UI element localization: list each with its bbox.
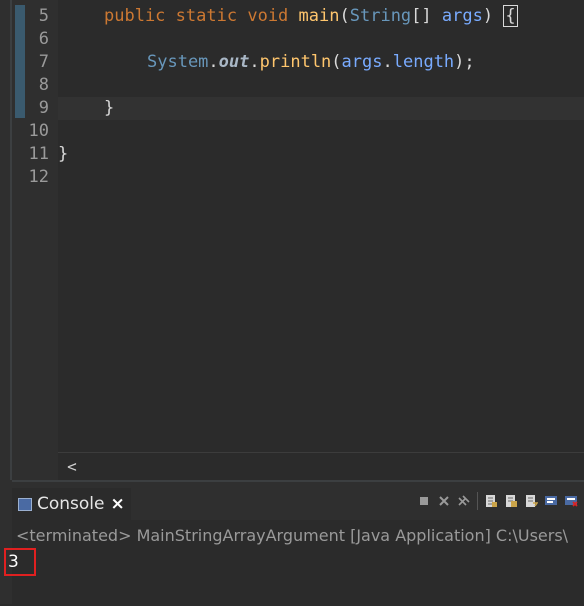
keyword: void (247, 6, 289, 26)
paren: ( (331, 52, 342, 72)
code-text-area[interactable]: public static void main(String[] args) {… (58, 0, 584, 452)
class-name: System (147, 52, 209, 72)
word-wrap-icon[interactable] (524, 494, 538, 508)
line-number: 11 (28, 144, 49, 164)
keyword: public (104, 6, 166, 26)
display-selected-console-icon[interactable] (564, 494, 578, 508)
console-icon (18, 497, 32, 511)
code-line-5: public static void main(String[] args) { (104, 5, 518, 28)
console-output-value: 3 (8, 552, 19, 572)
member-name: length (392, 52, 455, 72)
closing-brace: } (58, 144, 69, 164)
code-line-9: } (104, 97, 114, 120)
line-number: 12 (28, 167, 49, 187)
output-highlight-box: 3 (4, 548, 36, 576)
matched-brace: { (503, 5, 518, 27)
static-field: out (218, 52, 250, 72)
line-number: 7 (38, 52, 49, 72)
line-number-gutter: 5 6 7 8 9 10 11 12 (12, 0, 67, 480)
toolbar-separator (477, 492, 478, 510)
console-view: Console × <terminated> MainStringArrayAr… (4, 480, 584, 606)
statement-end: ); (454, 52, 475, 72)
pin-console-icon[interactable] (544, 494, 558, 508)
tab-console[interactable]: Console × (12, 488, 131, 520)
closing-brace: } (104, 98, 115, 118)
code-line-7: System.out.println(args.length); (147, 51, 475, 74)
remove-launch-icon[interactable] (437, 494, 451, 508)
code-editor[interactable]: 5 6 7 8 9 10 11 12 public static void ma… (12, 0, 584, 480)
line-number: 5 (38, 6, 49, 26)
terminate-icon[interactable] (417, 494, 431, 508)
current-line-highlight (58, 97, 584, 120)
line-number: 9 (38, 98, 49, 118)
console-toolbar (417, 491, 578, 511)
horizontal-scrollbar[interactable]: < (58, 452, 584, 481)
line-number: 6 (38, 29, 49, 49)
type-name: String (349, 6, 412, 26)
console-header: Console × (12, 482, 584, 520)
paren: ) (482, 6, 494, 26)
array-brackets: [] (411, 6, 432, 26)
code-line-11: } (58, 143, 68, 166)
line-number: 10 (28, 121, 49, 141)
dot: . (249, 52, 260, 72)
console-status-text: <terminated> MainStringArrayArgument [Ja… (16, 526, 569, 545)
close-tab-icon[interactable]: × (111, 494, 125, 514)
paren: ( (339, 6, 350, 26)
scroll-left-arrow-icon[interactable]: < (64, 457, 80, 477)
show-console-on-output-icon[interactable] (504, 494, 518, 508)
remove-all-terminated-icon[interactable] (457, 494, 471, 508)
method-call: println (259, 52, 332, 72)
console-tab-label: Console (37, 494, 105, 514)
scroll-lock-icon[interactable] (484, 494, 498, 508)
keyword: static (175, 6, 238, 26)
dot: . (382, 52, 393, 72)
method-name: main (298, 6, 340, 26)
argument: args (341, 52, 383, 72)
dot: . (208, 52, 219, 72)
line-number: 8 (38, 75, 49, 95)
parameter-name: args (441, 6, 483, 26)
